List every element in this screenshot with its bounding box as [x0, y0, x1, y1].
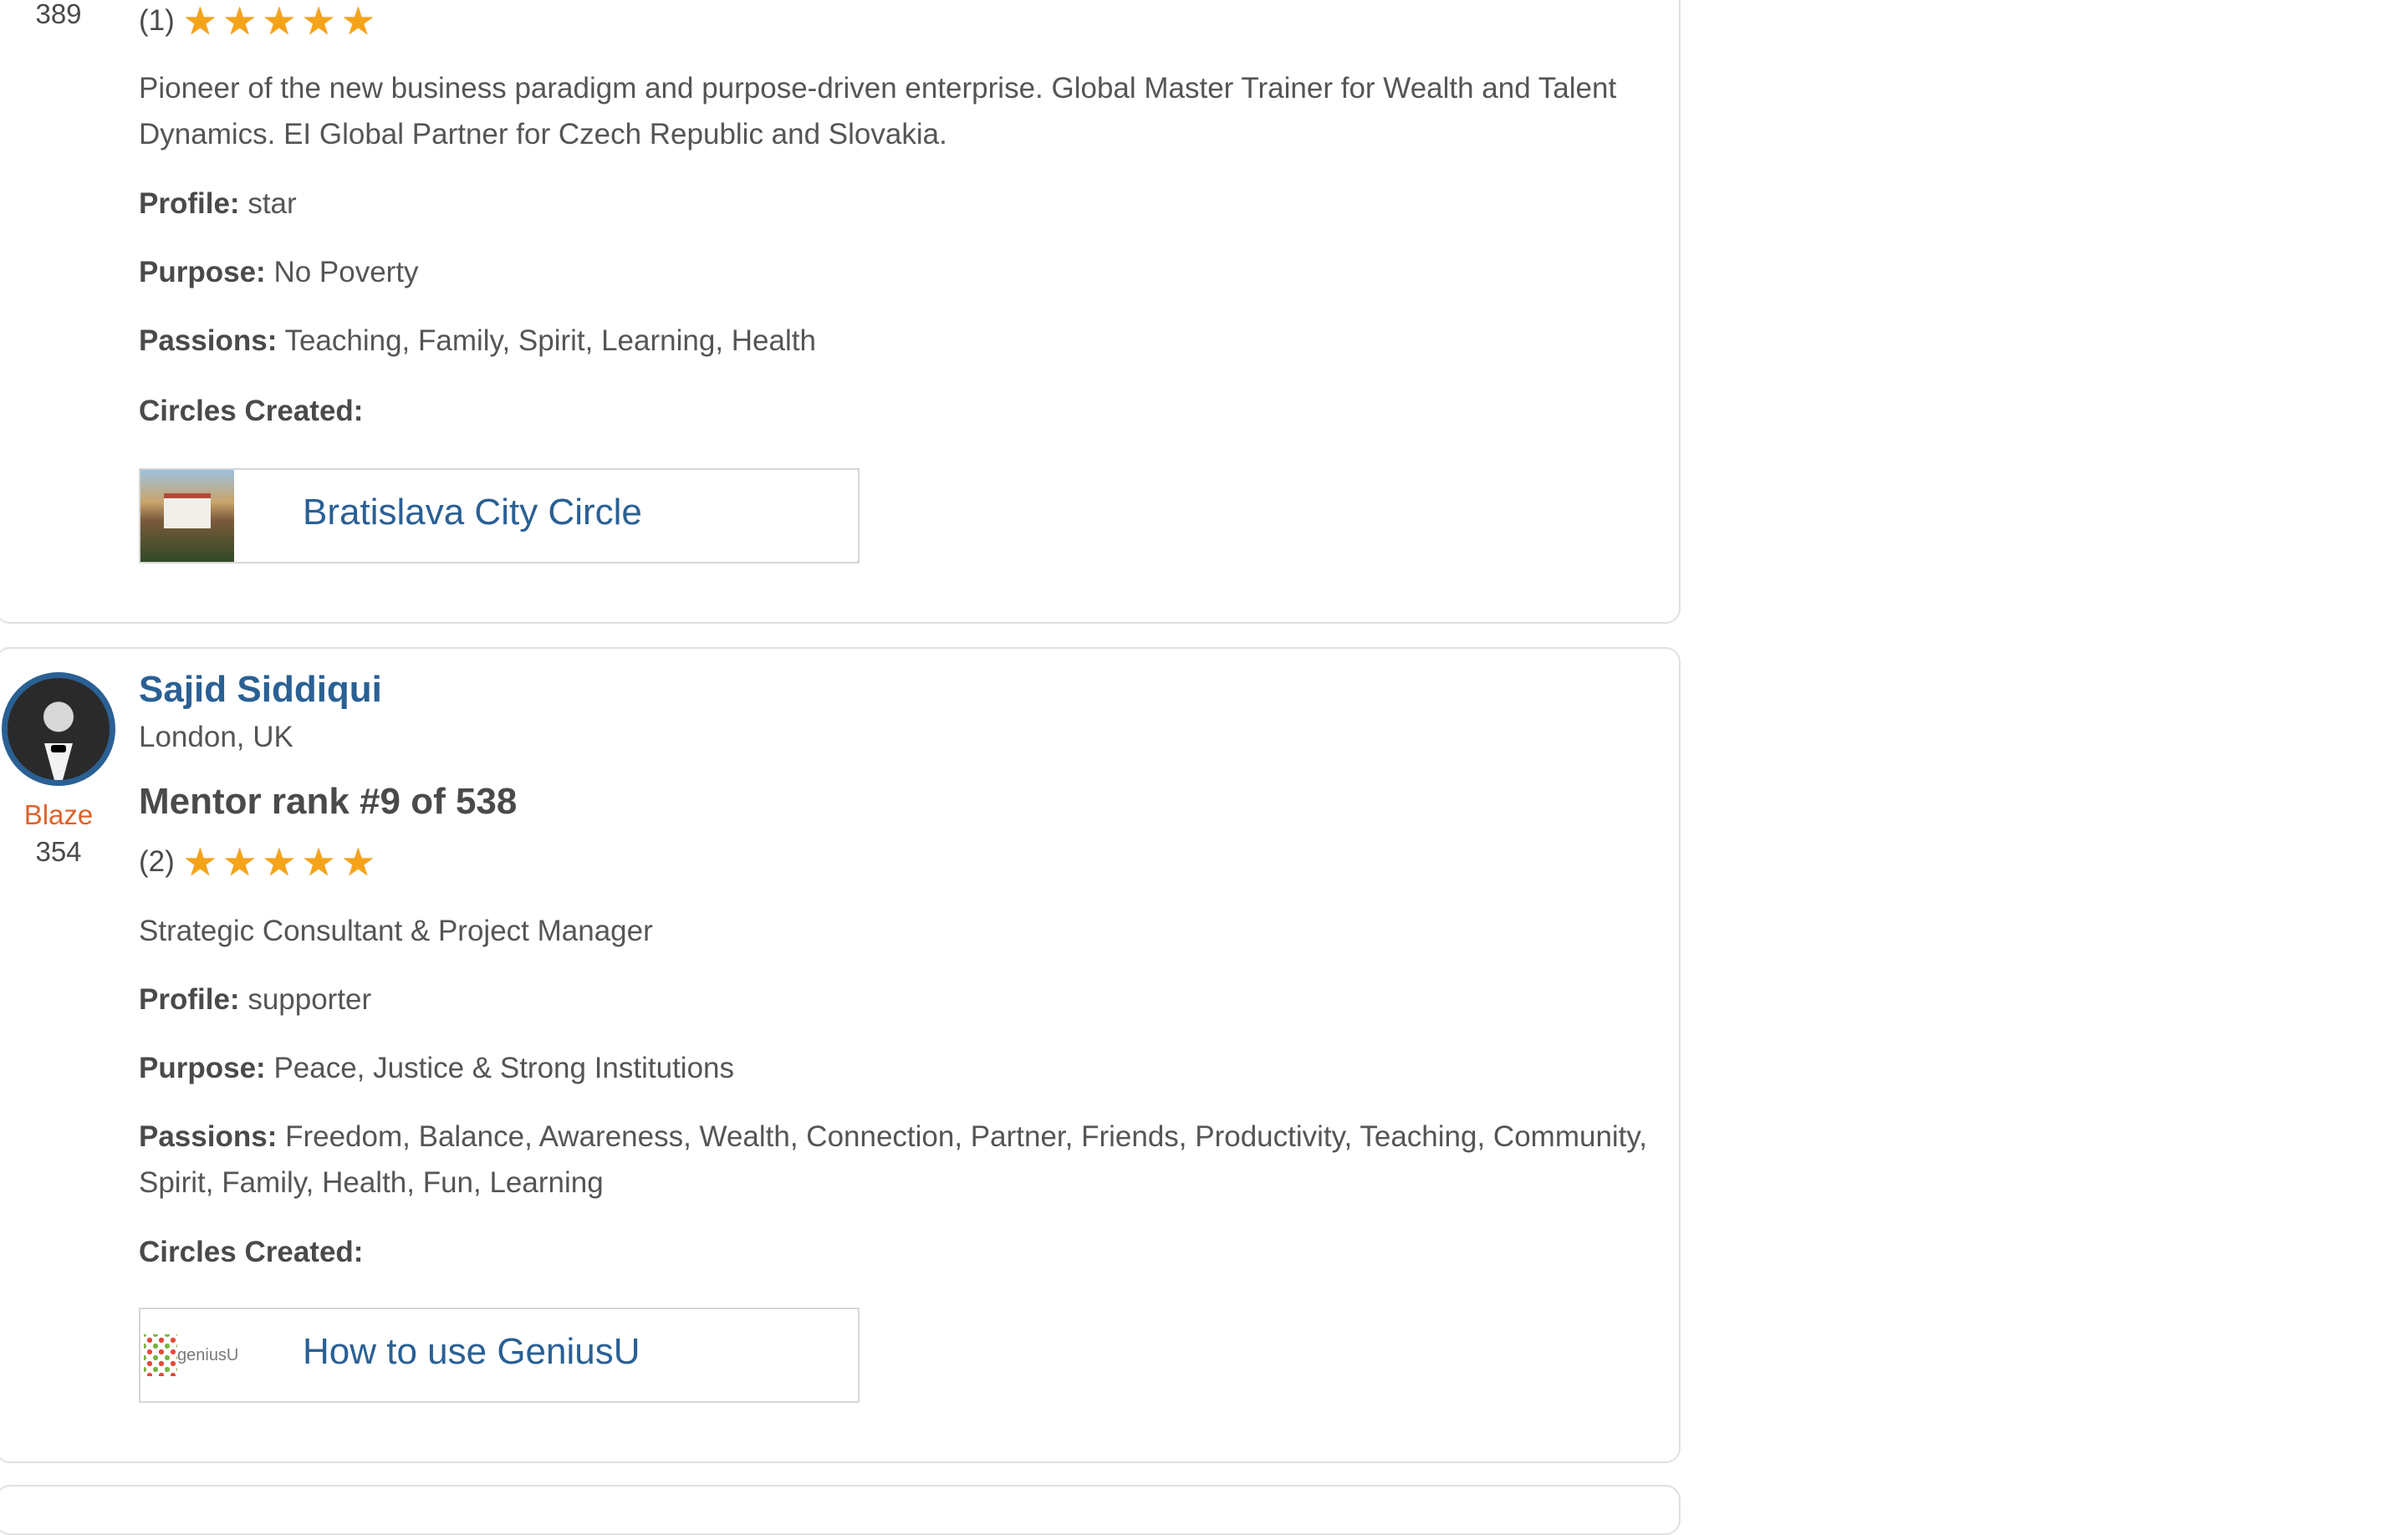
rating-count: (2): [139, 845, 175, 878]
profile-value: star: [247, 187, 297, 220]
rating-count: (1): [139, 4, 175, 37]
star-icon: ★: [340, 840, 376, 884]
circles-row: Circles Created:: [139, 1229, 1669, 1275]
circle-card[interactable]: geniusU How to use GeniusU: [139, 1308, 860, 1403]
purpose-row: Purpose: No Poverty: [139, 249, 1669, 295]
geniusu-logo-text: geniusU: [177, 1346, 239, 1364]
star-icon: ★: [182, 0, 218, 43]
geniusu-logo-icon: [144, 1334, 177, 1376]
passions-label: Passions:: [139, 1120, 278, 1153]
circle-thumbnail: geniusU: [140, 1309, 238, 1401]
passions-value: Freedom, Balance, Awareness, Wealth, Con…: [139, 1120, 1648, 1199]
purpose-label: Purpose:: [139, 256, 266, 288]
purpose-value: Peace, Justice & Strong Institutions: [273, 1052, 735, 1084]
star-icon: ★: [262, 840, 297, 884]
star-icon: ★: [222, 0, 258, 43]
rating: (1) ★ ★ ★ ★ ★: [139, 2, 1669, 40]
mentor-rank: Mentor rank #9 of 538: [139, 781, 518, 822]
profile-value: supporter: [247, 983, 372, 1016]
purpose-value: No Poverty: [273, 256, 419, 288]
avatar-bowtie: [51, 745, 66, 752]
star-rating: ★ ★ ★ ★ ★: [183, 2, 380, 40]
mentor-name[interactable]: Sajid Siddiqui: [139, 669, 1669, 711]
circle-card[interactable]: Bratislava City Circle: [139, 468, 860, 564]
profile-label: Profile:: [139, 983, 240, 1016]
profile-label: Profile:: [139, 187, 240, 220]
rating: (2) ★ ★ ★ ★ ★: [139, 843, 1669, 881]
passions-row: Passions: Teaching, Family, Spirit, Lear…: [139, 318, 1669, 364]
passions-row: Passions: Freedom, Balance, Awareness, W…: [139, 1114, 1669, 1206]
circle-link[interactable]: How to use GeniusU: [303, 1331, 640, 1373]
mentor-level: Blaze 354: [0, 799, 117, 868]
mentor-location: London, UK: [139, 721, 293, 753]
profile-row: Profile: star: [139, 181, 1669, 227]
mentor-score: 389: [0, 0, 117, 30]
star-icon: ★: [222, 840, 258, 884]
mentor-card: [0, 1485, 1681, 1535]
circle-thumbnail: [140, 470, 234, 562]
purpose-label: Purpose:: [139, 1052, 266, 1084]
circles-label: Circles Created:: [139, 1236, 364, 1268]
star-icon: ★: [262, 0, 297, 43]
star-rating: ★ ★ ★ ★ ★: [183, 843, 380, 881]
mentor-bio: Pioneer of the new business paradigm and…: [139, 72, 1617, 150]
mentor-bio: Strategic Consultant & Project Manager: [139, 915, 653, 947]
star-icon: ★: [182, 840, 218, 884]
passions-value: Teaching, Family, Spirit, Learning, Heal…: [284, 324, 816, 357]
circles-row: Circles Created:: [139, 388, 1669, 434]
purpose-row: Purpose: Peace, Justice & Strong Institu…: [139, 1045, 1669, 1091]
star-icon: ★: [301, 840, 336, 884]
star-icon: ★: [340, 0, 376, 43]
passions-label: Passions:: [139, 324, 278, 357]
score-value: 354: [35, 836, 82, 867]
score-value: 389: [35, 0, 82, 29]
avatar[interactable]: [2, 672, 115, 786]
castle-icon: [164, 493, 211, 528]
circle-link[interactable]: Bratislava City Circle: [303, 492, 642, 533]
level-badge: Blaze: [23, 799, 94, 830]
profile-row: Profile: supporter: [139, 977, 1669, 1022]
circles-label: Circles Created:: [139, 395, 364, 427]
star-icon: ★: [301, 0, 336, 43]
